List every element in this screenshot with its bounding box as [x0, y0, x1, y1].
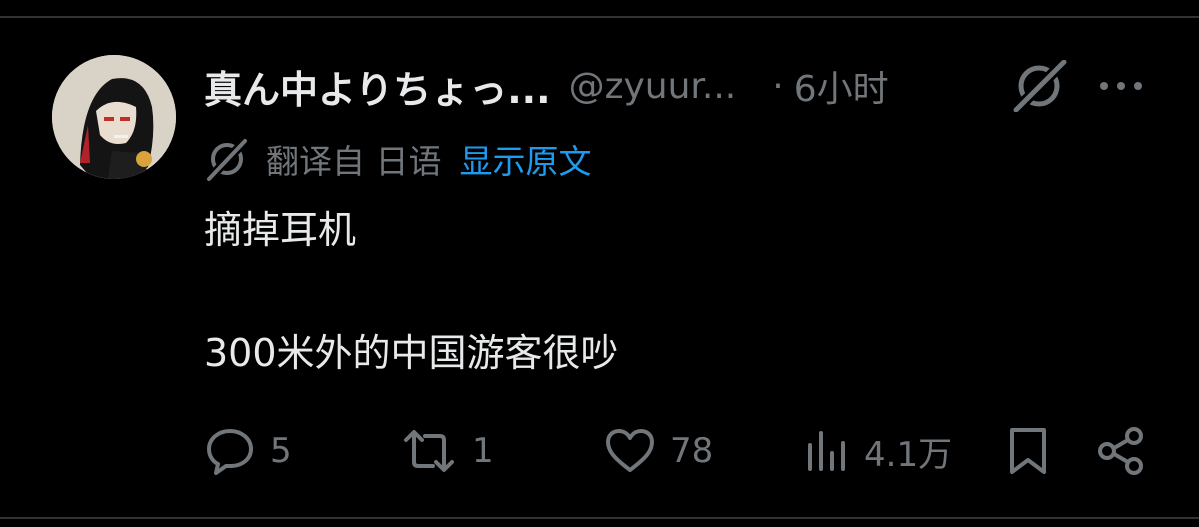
reply-button[interactable]: 5	[204, 422, 292, 480]
display-name[interactable]: 真ん中よりちょっ...	[204, 59, 551, 114]
grok-icon	[1013, 59, 1067, 113]
reply-count: 5	[270, 431, 292, 471]
heart-icon	[606, 429, 654, 472]
translation-note: 翻译自 日语	[266, 142, 442, 181]
separator-dot: ·	[772, 65, 784, 107]
avatar[interactable]	[52, 55, 176, 179]
show-original-link[interactable]: 显示原文	[460, 135, 592, 183]
views-icon	[808, 431, 845, 471]
translate-icon	[206, 138, 248, 182]
bookmark-button[interactable]	[1006, 422, 1050, 480]
like-count: 78	[670, 431, 714, 471]
bookmark-icon	[1010, 428, 1046, 474]
grok-button[interactable]	[1010, 59, 1068, 113]
post-text-line	[204, 260, 1104, 323]
post-text: 摘掉耳机 300米外的中国游客很吵	[204, 200, 1104, 383]
post-text-line: 摘掉耳机	[204, 208, 357, 252]
views-button[interactable]: 4.1万	[804, 422, 952, 480]
reply-icon	[207, 429, 253, 475]
top-divider	[0, 16, 1199, 18]
repost-count: 1	[472, 431, 494, 471]
share-button[interactable]	[1096, 422, 1146, 480]
views-count: 4.1万	[864, 434, 953, 475]
repost-icon	[404, 430, 454, 472]
bottom-divider	[0, 517, 1199, 519]
more-button[interactable]	[1096, 64, 1146, 108]
translation-row: 翻译自 日语 显示原文	[204, 136, 592, 182]
post-time[interactable]: 6小时	[794, 60, 889, 112]
more-icon	[1100, 82, 1142, 90]
action-bar: 5 1 78 4.1万	[204, 422, 1154, 480]
repost-button[interactable]: 1	[400, 422, 494, 480]
share-icon	[1098, 427, 1143, 475]
avatar-illustration	[52, 55, 176, 179]
user-handle[interactable]: @zyuur...	[569, 66, 737, 107]
like-button[interactable]: 78	[604, 422, 713, 480]
post-text-line: 300米外的中国游客很吵	[204, 331, 619, 375]
